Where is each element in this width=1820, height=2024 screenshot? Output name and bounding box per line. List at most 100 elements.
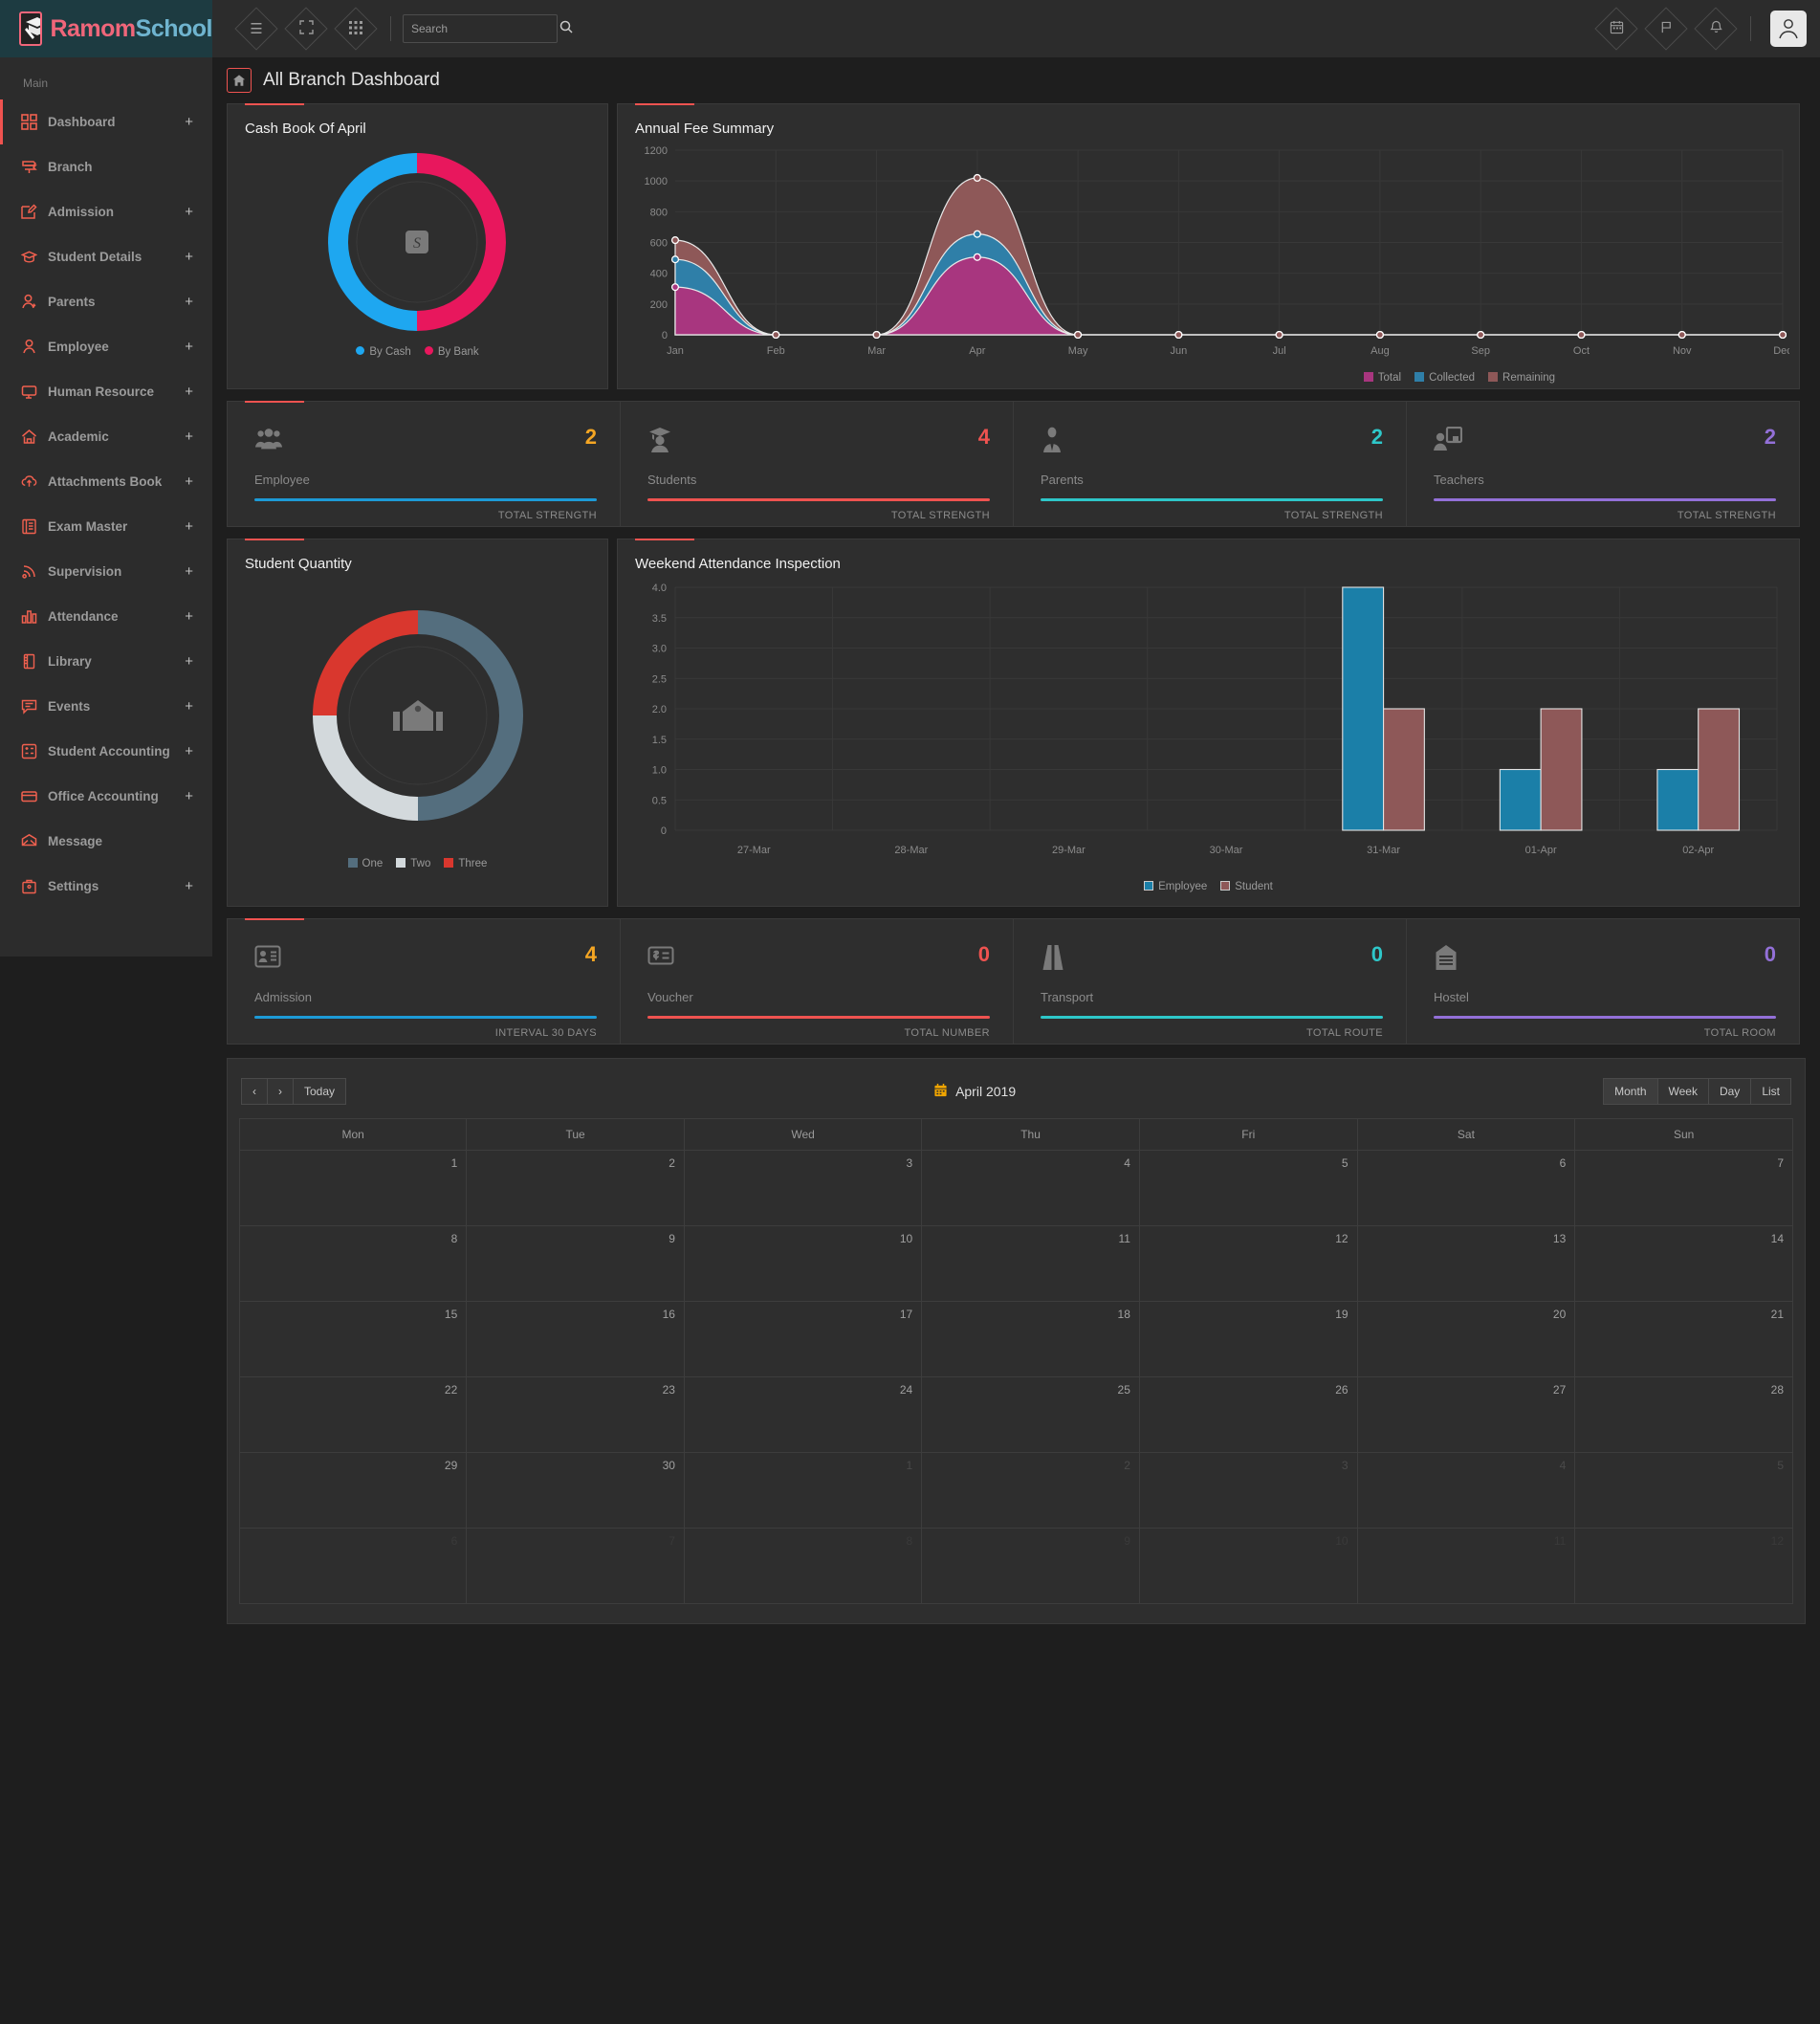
calendar-day-cell[interactable]: 11 [921, 1225, 1140, 1302]
sidebar-item-employee[interactable]: Employee + [0, 324, 212, 369]
calendar-day-cell[interactable]: 10 [683, 1225, 923, 1302]
sidebar-expand-icon[interactable]: + [185, 608, 193, 625]
sidebar-item-dashboard[interactable]: Dashboard + [0, 99, 212, 144]
sidebar-item-admission[interactable]: Admission + [0, 189, 212, 234]
calendar-day-cell[interactable]: 4 [921, 1150, 1140, 1226]
sidebar-item-attendance[interactable]: Attendance + [0, 594, 212, 639]
calendar-prev-button[interactable]: ‹ [241, 1078, 268, 1105]
calendar-day-cell[interactable]: 7 [466, 1528, 685, 1604]
sidebar-item-library[interactable]: Library + [0, 639, 212, 684]
calendar-day-cell[interactable]: 23 [466, 1376, 685, 1453]
calendar-day-cell[interactable]: 3 [683, 1150, 923, 1226]
calendar-icon[interactable] [1593, 6, 1639, 52]
legend-item-remaining[interactable]: Remaining [1488, 372, 1555, 384]
sidebar-expand-icon[interactable]: + [185, 788, 193, 804]
legend-item-by-bank[interactable]: By Bank [424, 346, 479, 358]
brand-logo[interactable]: RamomSchool [0, 0, 213, 57]
calendar-day-cell[interactable]: 26 [1138, 1376, 1358, 1453]
sidebar-item-attachments-book[interactable]: Attachments Book + [0, 459, 212, 504]
calendar-day-cell[interactable]: 5 [1574, 1452, 1793, 1529]
calendar-day-cell[interactable]: 15 [238, 1301, 468, 1377]
legend-item-collected[interactable]: Collected [1414, 372, 1475, 384]
sidebar-item-student-accounting[interactable]: Student Accounting + [0, 729, 212, 774]
calendar-day-cell[interactable]: 14 [1574, 1225, 1793, 1302]
calendar-day-cell[interactable]: 5 [1138, 1150, 1358, 1226]
sidebar-item-student-details[interactable]: Student Details + [0, 234, 212, 279]
legend-item-by-cash[interactable]: By Cash [356, 346, 411, 358]
calendar-day-cell[interactable]: 6 [238, 1528, 468, 1604]
calendar-day-cell[interactable]: 8 [238, 1225, 468, 1302]
calendar-day-cell[interactable]: 28 [1574, 1376, 1793, 1453]
sidebar-item-events[interactable]: Events + [0, 684, 212, 729]
calendar-day-cell[interactable]: 11 [1356, 1528, 1576, 1604]
search-input[interactable] [411, 22, 559, 35]
calendar-day-cell[interactable]: 27 [1356, 1376, 1576, 1453]
sidebar-expand-icon[interactable]: + [185, 653, 193, 670]
calendar-day-cell[interactable]: 1 [683, 1452, 923, 1529]
legend-item-total[interactable]: Total [1363, 372, 1401, 384]
calendar-day-cell[interactable]: 3 [1138, 1452, 1358, 1529]
legend-item-employee[interactable]: Employee [1144, 881, 1207, 892]
legend-item-student[interactable]: Student [1220, 881, 1273, 892]
user-avatar[interactable] [1770, 11, 1807, 47]
sidebar-expand-icon[interactable]: + [185, 743, 193, 759]
calendar-day-cell[interactable]: 29 [238, 1452, 468, 1529]
calendar-day-cell[interactable]: 30 [466, 1452, 685, 1529]
sidebar-expand-icon[interactable]: + [185, 249, 193, 265]
calendar-day-cell[interactable]: 12 [1574, 1528, 1793, 1604]
calendar-view-month-button[interactable]: Month [1603, 1078, 1658, 1105]
calendar-day-cell[interactable]: 2 [466, 1150, 685, 1226]
sidebar-expand-icon[interactable]: + [185, 518, 193, 535]
calendar-day-cell[interactable]: 19 [1138, 1301, 1358, 1377]
calendar-today-button[interactable]: Today [294, 1078, 347, 1105]
calendar-next-button[interactable]: › [268, 1078, 294, 1105]
sidebar-expand-icon[interactable]: + [185, 204, 193, 220]
sidebar-expand-icon[interactable]: + [185, 114, 193, 130]
calendar-day-cell[interactable]: 2 [921, 1452, 1140, 1529]
legend-item-two[interactable]: Two [396, 858, 430, 869]
legend-item-one[interactable]: One [347, 858, 383, 869]
grid-apps-icon[interactable] [333, 6, 379, 52]
calendar-day-cell[interactable]: 17 [683, 1301, 923, 1377]
sidebar-expand-icon[interactable]: + [185, 473, 193, 490]
calendar-day-cell[interactable]: 9 [466, 1225, 685, 1302]
sidebar-expand-icon[interactable]: + [185, 563, 193, 580]
calendar-view-week-button[interactable]: Week [1657, 1078, 1709, 1105]
sidebar-item-academic[interactable]: Academic + [0, 414, 212, 459]
calendar-day-cell[interactable]: 6 [1356, 1150, 1576, 1226]
calendar-day-cell[interactable]: 4 [1356, 1452, 1576, 1529]
sidebar-item-supervision[interactable]: Supervision + [0, 549, 212, 594]
sidebar-item-branch[interactable]: Branch [0, 144, 212, 189]
sidebar-item-settings[interactable]: Settings + [0, 864, 212, 909]
search-icon[interactable] [559, 20, 573, 38]
calendar-day-cell[interactable]: 7 [1574, 1150, 1793, 1226]
sidebar-expand-icon[interactable]: + [185, 878, 193, 894]
sidebar-expand-icon[interactable]: + [185, 698, 193, 715]
sidebar-expand-icon[interactable]: + [185, 429, 193, 445]
sidebar-expand-icon[interactable]: + [185, 339, 193, 355]
calendar-day-cell[interactable]: 1 [238, 1150, 468, 1226]
calendar-day-cell[interactable]: 13 [1356, 1225, 1576, 1302]
calendar-day-cell[interactable]: 21 [1574, 1301, 1793, 1377]
calendar-day-cell[interactable]: 16 [466, 1301, 685, 1377]
calendar-view-list-button[interactable]: List [1751, 1078, 1791, 1105]
calendar-day-cell[interactable]: 20 [1356, 1301, 1576, 1377]
calendar-day-cell[interactable]: 9 [921, 1528, 1140, 1604]
sidebar-expand-icon[interactable]: + [185, 294, 193, 310]
calendar-day-cell[interactable]: 12 [1138, 1225, 1358, 1302]
calendar-day-cell[interactable]: 18 [921, 1301, 1140, 1377]
fullscreen-icon[interactable] [283, 6, 329, 52]
sidebar-item-exam-master[interactable]: Exam Master + [0, 504, 212, 549]
sidebar-expand-icon[interactable]: + [185, 384, 193, 400]
calendar-day-cell[interactable]: 24 [683, 1376, 923, 1453]
calendar-day-cell[interactable]: 8 [683, 1528, 923, 1604]
sidebar-item-message[interactable]: Message [0, 819, 212, 864]
search-box[interactable] [403, 14, 573, 43]
home-icon[interactable] [227, 68, 252, 93]
legend-item-three[interactable]: Three [444, 858, 487, 869]
calendar-day-cell[interactable]: 10 [1138, 1528, 1358, 1604]
sidebar-item-human-resource[interactable]: Human Resource + [0, 369, 212, 414]
bell-icon[interactable] [1693, 6, 1739, 52]
sidebar-item-office-accounting[interactable]: Office Accounting + [0, 774, 212, 819]
flag-icon[interactable] [1643, 6, 1689, 52]
